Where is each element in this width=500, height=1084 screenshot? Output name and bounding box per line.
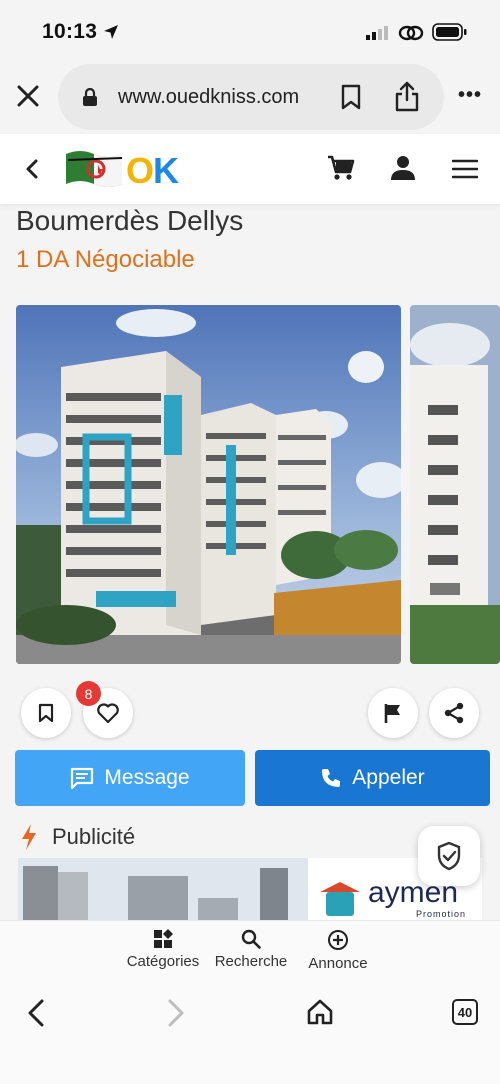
- phone-icon: [322, 769, 341, 787]
- status-time: 10:13: [42, 20, 98, 43]
- logo-text: OK: [126, 150, 179, 191]
- shield-check-icon: [437, 841, 461, 871]
- share-listing-button[interactable]: [429, 688, 479, 738]
- likes-count-badge: 8: [76, 681, 101, 706]
- share-icon[interactable]: [394, 80, 420, 112]
- flag-logo-icon: [66, 151, 123, 187]
- url-text: www.ouedkniss.com: [118, 86, 300, 108]
- signal-icon: [366, 26, 388, 40]
- call-button[interactable]: Appeler: [255, 750, 490, 806]
- link-icon: [398, 25, 424, 41]
- close-icon[interactable]: [14, 82, 42, 110]
- nav-item-categories[interactable]: Catégories: [118, 929, 208, 970]
- privacy-shield-button[interactable]: [418, 826, 480, 886]
- browser-address-bar: www.ouedkniss.com •••: [0, 62, 500, 134]
- battery-icon: [432, 23, 467, 41]
- back-arrow-icon[interactable]: [26, 998, 46, 1028]
- status-bar: 10:13: [0, 0, 500, 62]
- tabs-count-button[interactable]: 40: [452, 999, 478, 1025]
- message-button[interactable]: Message: [15, 750, 245, 806]
- user-icon[interactable]: [390, 154, 416, 182]
- home-icon[interactable]: [306, 998, 334, 1026]
- report-button[interactable]: [368, 688, 418, 738]
- listing-price: 1 DA Négociable: [16, 246, 195, 273]
- flag-icon: [384, 704, 400, 723]
- nav-item-search[interactable]: Recherche: [206, 929, 296, 970]
- bookmark-icon[interactable]: [340, 84, 362, 110]
- lock-icon: [83, 88, 97, 106]
- search-icon: [241, 929, 261, 949]
- heart-icon: [97, 703, 119, 724]
- location-arrow-icon: [104, 25, 118, 39]
- nav-item-annonce[interactable]: Annonce: [293, 929, 383, 972]
- categories-icon: [154, 929, 173, 948]
- hamburger-menu-icon[interactable]: [452, 158, 478, 180]
- chevron-left-icon[interactable]: [24, 158, 40, 180]
- site-bottom-nav: Catégories Recherche Annonce: [0, 920, 500, 982]
- photo-gallery[interactable]: [0, 305, 500, 665]
- message-button-label: Message: [104, 766, 190, 789]
- listing-photo[interactable]: [16, 305, 401, 664]
- bookmark-icon: [38, 703, 54, 723]
- more-icon[interactable]: •••: [458, 84, 482, 107]
- cart-icon[interactable]: [326, 154, 356, 182]
- ads-label: Publicité: [52, 824, 136, 849]
- add-circle-icon: [328, 930, 348, 950]
- call-button-label: Appeler: [352, 766, 425, 789]
- ads-heading: Publicité: [20, 820, 135, 854]
- ad-brand-sub: Promotion: [416, 909, 467, 919]
- lightning-icon: [22, 824, 36, 850]
- site-header: OK: [0, 134, 500, 204]
- forward-arrow-icon[interactable]: [166, 998, 186, 1028]
- browser-toolbar: 40: [0, 982, 500, 1084]
- share-icon: [444, 702, 464, 724]
- listing-title: Boumerdès Dellys: [16, 205, 244, 236]
- url-field[interactable]: www.ouedkniss.com: [58, 64, 444, 130]
- ad-banner[interactable]: aymen Promotion: [18, 858, 482, 922]
- nav-label-search: Recherche: [214, 953, 288, 970]
- nav-label-categories: Catégories: [126, 953, 200, 970]
- nav-label-annonce: Annonce: [308, 955, 368, 972]
- site-logo[interactable]: OK: [62, 146, 192, 192]
- screen: 10:13 www.ouedkniss.com ••• OK Boumerdès…: [0, 0, 500, 1084]
- message-icon: [71, 767, 94, 789]
- listing-photo-next[interactable]: [410, 305, 500, 664]
- save-listing-button[interactable]: [21, 688, 71, 738]
